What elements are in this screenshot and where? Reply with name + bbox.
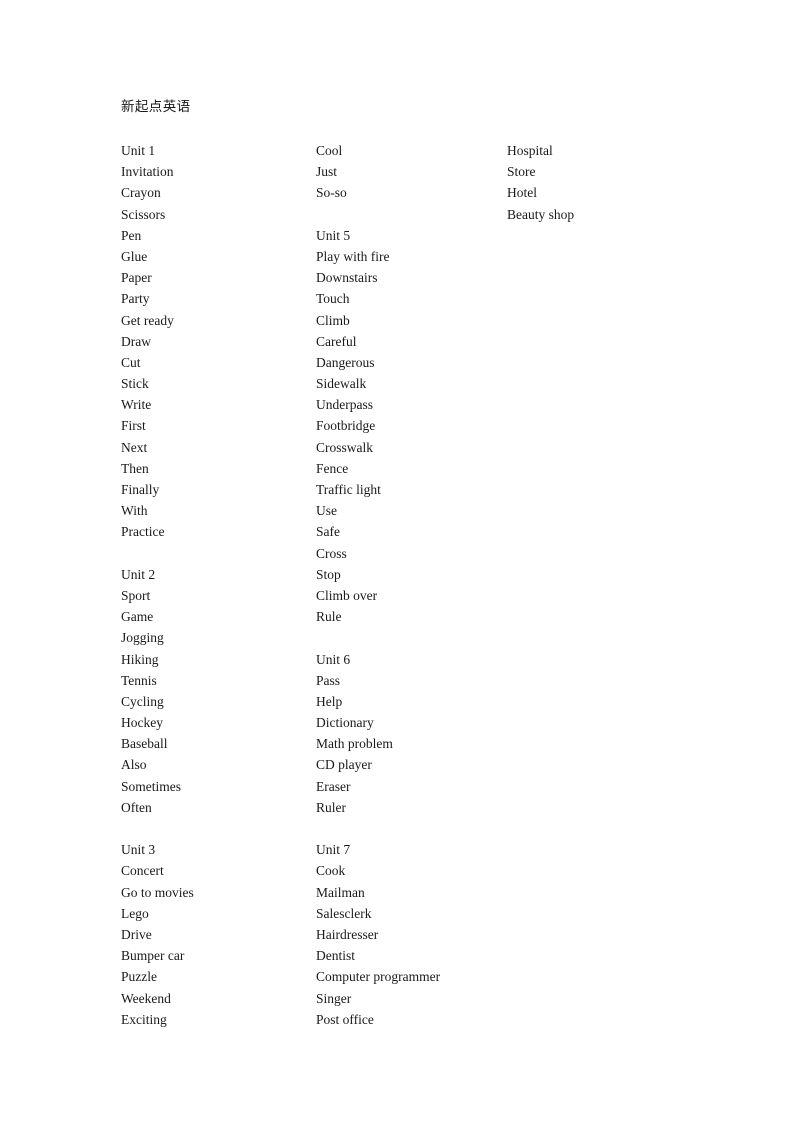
vocabulary-word: Scissors: [121, 206, 166, 222]
vocabulary-word: Just: [316, 164, 338, 180]
vocabulary-word: Computer programmer: [316, 969, 441, 985]
vocabulary-column-2: Cool Just So-so Unit 5 Play with fire Downst…: [316, 140, 501, 1030]
vocabulary-word: Cool: [316, 143, 343, 158]
vocabulary-word: CD player: [316, 757, 372, 773]
vocabulary-word: Glue: [121, 248, 148, 264]
vocabulary-word: Often: [121, 799, 152, 815]
vocabulary-word: Help: [316, 693, 343, 709]
spacer-row: [121, 543, 311, 564]
document-page: 新起点英语 Unit 1 Invitation Crayon Scissors Pen G…: [0, 0, 800, 1132]
vocabulary-word: Hiking: [121, 651, 159, 667]
vocabulary-word: Tennis: [121, 672, 157, 688]
spacer-row: [316, 818, 501, 839]
vocabulary-word: Next: [121, 439, 148, 455]
spacer-row: [316, 627, 501, 648]
vocabulary-word: Singer: [316, 990, 352, 1006]
vocabulary-word: Climb over: [316, 587, 378, 603]
vocabulary-word: Invitation: [121, 164, 174, 180]
page-title: 新起点英语: [121, 99, 191, 114]
vocabulary-word: Mailman: [316, 884, 365, 900]
vocabulary-word: Beauty shop: [507, 206, 575, 222]
vocabulary-column-3: Hospital Store Hotel Beauty shop: [507, 140, 707, 225]
vocabulary-word: Cook: [316, 863, 346, 879]
vocabulary-word: Hospital: [507, 143, 553, 158]
vocabulary-word: Post office: [316, 1011, 374, 1027]
vocabulary-word: Puzzle: [121, 969, 157, 985]
vocabulary-word: Crayon: [121, 185, 161, 201]
vocabulary-word: Lego: [121, 905, 149, 921]
vocabulary-word: Math problem: [316, 736, 393, 752]
vocabulary-column-1: Unit 1 Invitation Crayon Scissors Pen Glue Pap…: [121, 140, 311, 1030]
unit-heading: Unit 3: [121, 842, 156, 858]
vocabulary-word: Stop: [316, 566, 341, 582]
vocabulary-word: Finally: [121, 482, 160, 497]
vocabulary-word: With: [121, 503, 148, 519]
vocabulary-word: Baseball: [121, 736, 168, 752]
vocabulary-word: Play with fire: [316, 248, 390, 264]
spacer-row: [316, 204, 501, 225]
vocabulary-word: Store: [507, 164, 536, 180]
vocabulary-word: Underpass: [316, 397, 373, 413]
vocabulary-word: Write: [121, 397, 152, 413]
vocabulary-word: Paper: [121, 270, 152, 286]
vocabulary-word: Jogging: [121, 630, 164, 646]
vocabulary-word: Ruler: [316, 799, 346, 815]
vocabulary-word: Then: [121, 460, 149, 476]
vocabulary-word: Pen: [121, 227, 142, 243]
vocabulary-word: Crosswalk: [316, 439, 373, 455]
unit-heading: Unit 7: [316, 842, 351, 858]
vocabulary-word: Stick: [121, 376, 149, 392]
vocabulary-word: Salesclerk: [316, 905, 372, 921]
vocabulary-word: First: [121, 418, 146, 434]
vocabulary-word: Drive: [121, 926, 152, 942]
vocabulary-word: Cut: [121, 354, 141, 370]
vocabulary-word: Footbridge: [316, 418, 376, 434]
vocabulary-word: Dictionary: [316, 715, 374, 731]
vocabulary-word: Sport: [121, 587, 151, 603]
vocabulary-word: Cross: [316, 545, 347, 561]
vocabulary-word: Hockey: [121, 715, 163, 731]
vocabulary-word: Careful: [316, 333, 357, 349]
vocabulary-word: Concert: [121, 863, 164, 879]
vocabulary-word: Pass: [316, 672, 341, 688]
vocabulary-word: Fence: [316, 460, 349, 476]
vocabulary-word: Dentist: [316, 948, 355, 964]
vocabulary-word: So-so: [316, 185, 347, 201]
vocabulary-word: Practice: [121, 524, 165, 540]
vocabulary-word: Rule: [316, 609, 342, 625]
vocabulary-word: Sometimes: [121, 778, 181, 794]
vocabulary-word: Get ready: [121, 312, 174, 328]
vocabulary-word: Hotel: [507, 185, 537, 201]
vocabulary-word: Draw: [121, 333, 151, 349]
unit-heading: Unit 2: [121, 566, 156, 582]
vocabulary-word: Use: [316, 503, 337, 519]
vocabulary-word: Hairdresser: [316, 926, 379, 942]
vocabulary-word: Dangerous: [316, 354, 375, 370]
vocabulary-word: Eraser: [316, 778, 351, 794]
vocabulary-word: Safe: [316, 524, 340, 540]
vocabulary-word: Climb: [316, 312, 350, 328]
vocabulary-word: Exciting: [121, 1011, 167, 1027]
vocabulary-word: Bumper car: [121, 948, 185, 964]
vocabulary-word: Go to movies: [121, 884, 194, 900]
unit-heading: Unit 6: [316, 651, 351, 667]
vocabulary-word: Weekend: [121, 990, 171, 1006]
vocabulary-word: Sidewalk: [316, 376, 367, 392]
vocabulary-word: Cycling: [121, 693, 164, 709]
unit-heading: Unit 5: [316, 227, 351, 243]
spacer-row: [121, 818, 311, 839]
vocabulary-word: Game: [121, 609, 154, 625]
vocabulary-word: Also: [121, 757, 147, 773]
unit-heading: Unit 1: [121, 143, 156, 158]
vocabulary-word: Downstairs: [316, 270, 378, 286]
vocabulary-word: Traffic light: [316, 482, 381, 497]
vocabulary-word: Touch: [316, 291, 350, 307]
vocabulary-word: Party: [121, 291, 150, 307]
